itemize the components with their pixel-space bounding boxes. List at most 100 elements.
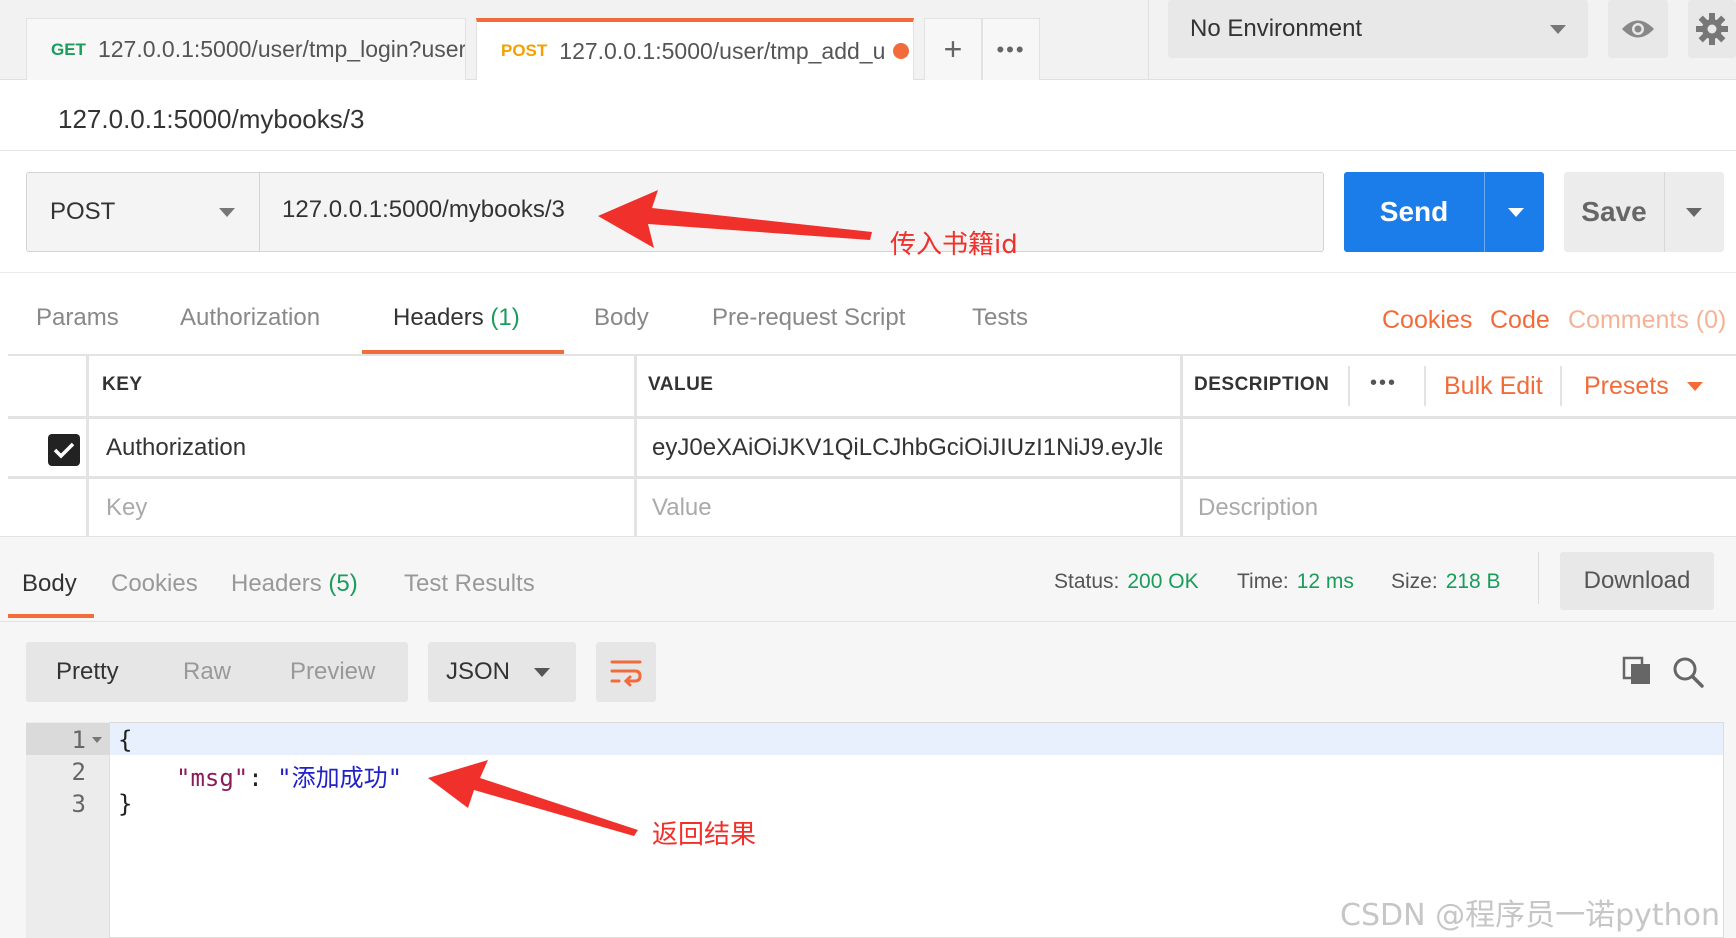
fold-chevron-icon[interactable] — [92, 737, 102, 743]
eye-icon — [1622, 20, 1654, 38]
format-label: JSON — [446, 658, 511, 685]
watermark: CSDN @程序员一诺python — [1340, 898, 1721, 933]
request-tab-get[interactable]: GET 127.0.0.1:5000/user/tmp_login?user — [26, 18, 466, 80]
view-mode-pretty[interactable]: Pretty — [56, 658, 119, 686]
table-border — [634, 354, 637, 538]
new-header-key-input[interactable]: Key — [106, 494, 147, 522]
format-select[interactable]: JSON — [428, 642, 576, 702]
chevron-down-icon — [219, 207, 235, 217]
tab-body[interactable]: Body — [594, 304, 649, 332]
annotation-arrow — [428, 760, 638, 836]
tab-url: 127.0.0.1:5000/user/tmp_login?user — [97, 36, 466, 62]
tab-headers[interactable]: Headers (1) — [393, 304, 520, 332]
search-button[interactable] — [1672, 656, 1704, 693]
table-border — [86, 354, 89, 538]
table-border — [1424, 366, 1426, 406]
table-border — [1180, 354, 1183, 538]
line-number: 1 — [71, 726, 86, 754]
presets-dropdown[interactable]: Presets — [1584, 372, 1703, 401]
tab-params[interactable]: Params — [36, 304, 119, 332]
view-mode-raw[interactable]: Raw — [183, 658, 231, 686]
bulk-edit-link[interactable]: Bulk Edit — [1444, 372, 1543, 401]
code-line: } — [118, 790, 133, 818]
active-line-highlight — [110, 723, 1723, 755]
environment-label: No Environment — [1190, 15, 1363, 42]
download-button[interactable]: Download — [1560, 552, 1714, 610]
wrap-lines-icon — [610, 660, 642, 687]
plus-icon: + — [943, 31, 963, 67]
method-label: POST — [50, 198, 116, 225]
chevron-down-icon — [534, 667, 550, 677]
request-tab-post[interactable]: POST 127.0.0.1:5000/user/tmp_add_u — [476, 18, 914, 80]
line-number: 2 — [71, 758, 86, 786]
response-tab-headers[interactable]: Headers (5) — [231, 570, 358, 598]
active-tab-indicator — [8, 614, 94, 618]
column-header-value: VALUE — [648, 374, 714, 395]
annotation-arrow — [598, 190, 872, 248]
table-border — [8, 354, 1736, 356]
cookies-link[interactable]: Cookies — [1382, 306, 1472, 335]
new-header-value-input[interactable]: Value — [652, 494, 712, 522]
tab-headers-count: (1) — [490, 304, 520, 331]
column-header-description: DESCRIPTION — [1194, 374, 1330, 395]
request-name[interactable]: 127.0.0.1:5000/mybooks/3 — [58, 104, 364, 135]
status-label: Status: — [1054, 570, 1120, 593]
tab-more-button[interactable]: ••• — [982, 18, 1040, 80]
json-key: "msg" — [176, 764, 249, 792]
size-value: 218 B — [1445, 570, 1501, 593]
header-value-cell[interactable]: eyJ0eXAiOiJKV1QiLCJhbGciOiJIUzI1NiJ9.eyJ… — [652, 434, 1162, 462]
url-input[interactable]: 127.0.0.1:5000/mybooks/3 — [282, 196, 565, 224]
save-button[interactable]: Save — [1564, 172, 1724, 252]
send-label: Send — [1379, 196, 1449, 227]
tab-headers-label: Headers — [393, 304, 484, 331]
view-mode-preview[interactable]: Preview — [290, 658, 375, 686]
code-link[interactable]: Code — [1490, 306, 1550, 335]
wrap-lines-button[interactable] — [596, 642, 656, 702]
table-border — [1348, 366, 1350, 406]
header-key-cell[interactable]: Authorization — [106, 434, 616, 462]
settings-button[interactable] — [1688, 0, 1736, 58]
tab-pre-request-script[interactable]: Pre-request Script — [712, 304, 905, 332]
response-size: Size: 218 B — [1391, 570, 1501, 594]
divider — [1664, 172, 1665, 252]
table-border — [8, 416, 1736, 419]
tab-method-post: POST — [501, 41, 548, 60]
comments-link[interactable]: Comments (0) — [1568, 306, 1726, 335]
column-header-key: KEY — [102, 374, 143, 395]
divider — [1484, 172, 1485, 252]
response-tab-cookies[interactable]: Cookies — [111, 570, 198, 598]
new-tab-button[interactable]: + — [924, 18, 982, 80]
divider — [0, 272, 1736, 273]
copy-button[interactable] — [1622, 656, 1652, 691]
json-value: "添加成功" — [277, 764, 403, 792]
response-time: Time: 12 ms — [1237, 570, 1354, 594]
presets-label: Presets — [1584, 372, 1669, 400]
method-select[interactable]: POST — [26, 172, 260, 252]
chevron-down-icon — [1686, 382, 1703, 391]
gear-icon — [1696, 13, 1728, 45]
table-border — [1560, 366, 1562, 406]
tab-authorization[interactable]: Authorization — [180, 304, 320, 332]
more-icon: ••• — [996, 36, 1026, 62]
unsaved-dot-icon — [893, 43, 910, 59]
chevron-down-icon[interactable] — [1686, 208, 1702, 217]
environment-select[interactable]: No Environment — [1168, 0, 1588, 58]
save-label: Save — [1581, 196, 1647, 227]
chevron-down-icon[interactable] — [1508, 208, 1524, 217]
environment-quick-look-button[interactable] — [1608, 0, 1668, 58]
size-label: Size: — [1391, 570, 1438, 593]
response-tab-headers-count: (5) — [328, 570, 358, 597]
tab-tests[interactable]: Tests — [972, 304, 1028, 332]
send-button[interactable]: Send — [1344, 172, 1544, 252]
table-more-button[interactable]: ••• — [1370, 372, 1397, 395]
response-tab-headers-label: Headers — [231, 570, 322, 597]
response-tab-body[interactable]: Body — [22, 570, 77, 598]
header-enabled-checkbox[interactable] — [48, 434, 80, 466]
response-tab-test-results[interactable]: Test Results — [404, 570, 535, 598]
line-number: 3 — [71, 790, 86, 818]
json-colon: : — [248, 764, 278, 792]
new-header-description-input[interactable]: Description — [1198, 494, 1318, 522]
divider — [1148, 0, 1149, 80]
response-status: Status: 200 OK — [1054, 570, 1199, 594]
time-label: Time: — [1237, 570, 1289, 593]
